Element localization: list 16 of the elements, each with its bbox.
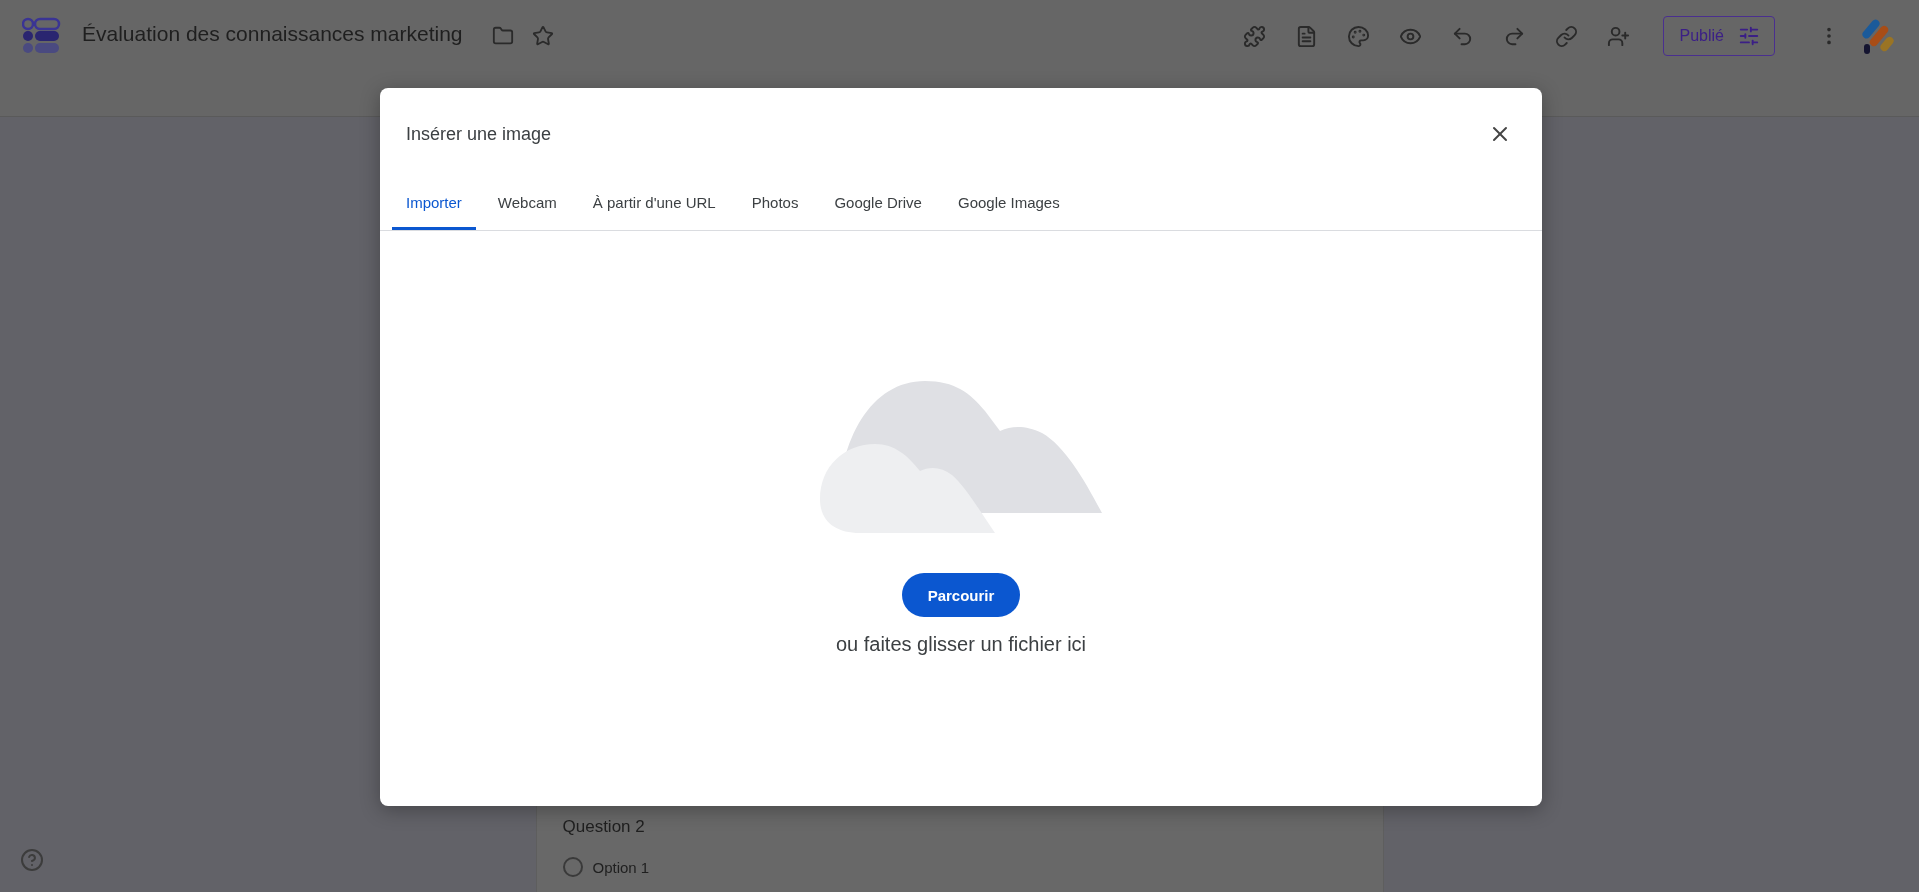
option-label: Option 1: [592, 858, 650, 876]
dialog-title: Insérer une image: [406, 123, 552, 145]
radio-button[interactable]: [562, 857, 583, 877]
dialog-tab[interactable]: Google Images: [943, 184, 1074, 230]
question-title: Question 2: [562, 817, 646, 837]
app-logo[interactable]: [1861, 16, 1895, 56]
dialog-tab[interactable]: Photos: [737, 184, 813, 230]
dialog-tab[interactable]: Webcam: [483, 184, 571, 230]
forms-logo[interactable]: [22, 16, 62, 56]
drop-hint: ou faites glisser un fichier ici: [835, 633, 1087, 656]
dialog-tab[interactable]: À partir d'une URL: [578, 184, 730, 230]
dialog-tab[interactable]: Importer: [392, 184, 476, 230]
browse-button[interactable]: Parcourir: [901, 573, 1021, 617]
dialog-tab[interactable]: Google Drive: [820, 184, 936, 230]
sliders-icon: [1738, 25, 1760, 47]
help-icon[interactable]: [20, 848, 44, 872]
